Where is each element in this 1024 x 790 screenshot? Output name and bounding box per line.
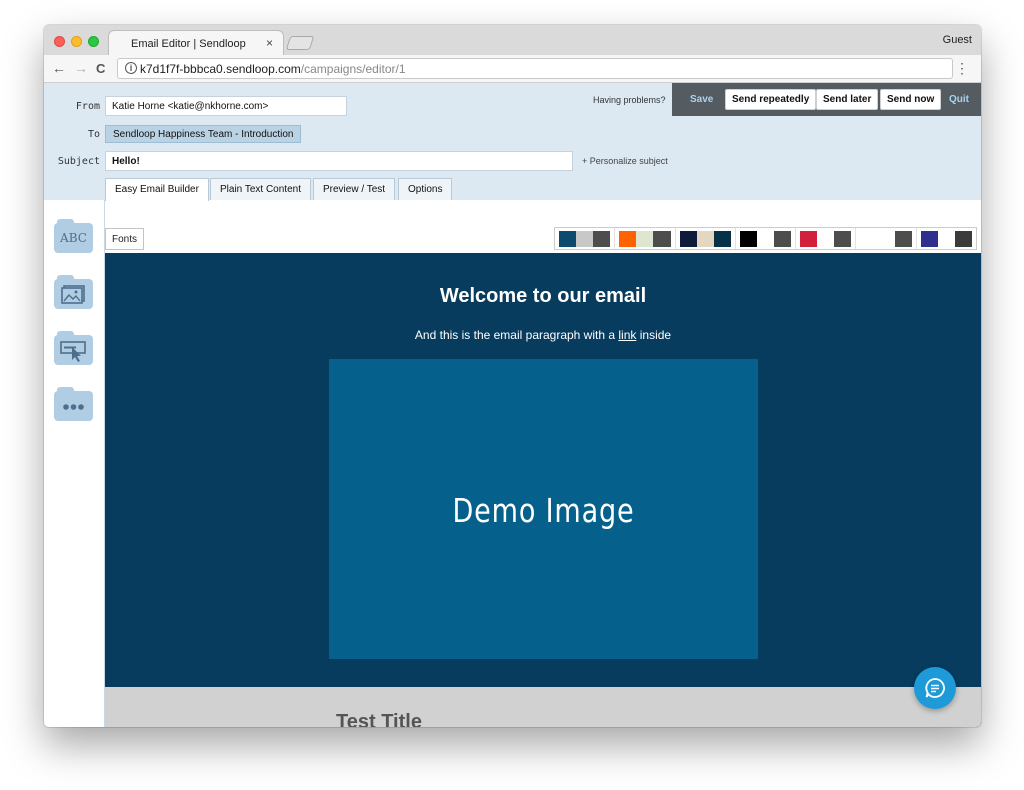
color-swatch: [860, 231, 878, 247]
color-swatch: [817, 231, 835, 247]
tab-preview-test[interactable]: Preview / Test: [313, 178, 396, 200]
browser-menu-icon[interactable]: ⋮: [955, 61, 969, 75]
new-tab-button[interactable]: [285, 36, 315, 50]
image-block-icon: [61, 285, 85, 304]
color-theme-strip: [554, 227, 977, 250]
tab-plain-text-content[interactable]: Plain Text Content: [210, 178, 311, 200]
demo-image-block[interactable]: Demo Image: [329, 359, 758, 659]
color-theme-2[interactable]: [615, 228, 676, 249]
chat-bubble-icon: [925, 678, 945, 698]
editor-page: From Katie Horne <katie@nkhorne.com> To …: [44, 83, 981, 727]
reload-icon[interactable]: C: [96, 61, 105, 76]
paragraph-text-after: inside: [636, 328, 672, 342]
tab-strip: Email Editor | Sendloop × Guest: [44, 25, 981, 56]
campaign-header: From Katie Horne <katie@nkhorne.com> To …: [44, 83, 981, 201]
paragraph-text-before: And this is the email paragraph with a: [414, 328, 619, 342]
back-arrow-icon[interactable]: ←: [52, 60, 66, 76]
block-palette: ABC: [44, 200, 105, 727]
color-swatch: [877, 231, 895, 247]
url-path: /campaigns/editor/1: [300, 62, 406, 76]
color-swatch: [756, 231, 775, 247]
color-swatch: [559, 231, 577, 247]
tab-easy-email-builder[interactable]: Easy Email Builder: [105, 178, 209, 201]
color-swatch: [653, 231, 671, 247]
url-host: k7d1f7f-bbbca0.sendloop.com: [140, 62, 301, 76]
send-now-button[interactable]: Send now: [880, 89, 942, 110]
browser-window: Email Editor | Sendloop × Guest ← → C i …: [44, 25, 981, 727]
forward-arrow-icon[interactable]: →: [74, 60, 88, 76]
color-swatch: [774, 231, 792, 247]
color-theme-5[interactable]: [796, 228, 857, 249]
info-icon[interactable]: i: [125, 62, 137, 74]
test-title[interactable]: Test Title: [336, 711, 422, 727]
send-later-button[interactable]: Send later: [816, 89, 879, 110]
personalize-subject-link[interactable]: + Personalize subject: [582, 156, 668, 166]
send-repeatedly-button[interactable]: Send repeatedly: [725, 89, 817, 110]
button-block-tool[interactable]: [54, 331, 93, 365]
button-block-icon: [60, 341, 86, 362]
color-swatch: [593, 231, 611, 247]
more-dots-icon: [63, 404, 84, 410]
text-block-icon: ABC: [60, 231, 87, 245]
color-swatch: [954, 231, 972, 247]
close-window-button[interactable]: [54, 36, 65, 47]
color-swatch: [576, 231, 594, 247]
tab-options[interactable]: Options: [398, 178, 453, 200]
color-swatch: [834, 231, 852, 247]
action-bar: Save Send repeatedly Send later Send now…: [672, 83, 981, 116]
paragraph-link[interactable]: link: [618, 328, 636, 342]
more-blocks-tool[interactable]: [54, 387, 93, 421]
color-swatch: [679, 231, 697, 247]
profile-guest-button[interactable]: Guest: [943, 34, 972, 46]
from-field[interactable]: Katie Horne <katie@nkhorne.com>: [105, 96, 347, 116]
color-swatch: [920, 231, 938, 247]
color-swatch: [696, 231, 714, 247]
subject-label: Subject: [57, 156, 100, 167]
color-swatch: [713, 231, 731, 247]
email-paragraph[interactable]: And this is the email paragraph with a l…: [105, 328, 981, 342]
address-bar[interactable]: i k7d1f7f-bbbca0.sendloop.com/campaigns/…: [117, 58, 953, 79]
color-swatch: [894, 231, 912, 247]
color-theme-7[interactable]: [917, 228, 976, 249]
color-swatch: [800, 231, 818, 247]
save-button[interactable]: Save: [690, 94, 713, 105]
window-controls: [54, 36, 99, 47]
color-swatch: [739, 231, 757, 247]
subject-field[interactable]: Hello!: [105, 151, 573, 171]
title-block[interactable]: Test Title: [105, 687, 981, 727]
tab-title: Email Editor | Sendloop: [131, 38, 246, 50]
text-block-tool[interactable]: ABC: [54, 219, 93, 253]
zoom-window-button[interactable]: [88, 36, 99, 47]
color-theme-6[interactable]: [856, 228, 917, 249]
tab-close-icon[interactable]: ×: [266, 36, 273, 50]
from-label: From: [75, 101, 100, 112]
url-text: k7d1f7f-bbbca0.sendloop.com/campaigns/ed…: [140, 62, 406, 76]
minimize-window-button[interactable]: [71, 36, 82, 47]
browser-toolbar: ← → C i k7d1f7f-bbbca0.sendloop.com/camp…: [44, 55, 981, 83]
to-label: To: [87, 129, 100, 140]
chat-button[interactable]: [914, 667, 956, 709]
browser-tab[interactable]: Email Editor | Sendloop ×: [108, 30, 284, 56]
color-theme-4[interactable]: [736, 228, 797, 249]
color-theme-3[interactable]: [676, 228, 736, 249]
email-heading[interactable]: Welcome to our email: [105, 285, 981, 308]
email-canvas[interactable]: Welcome to our email And this is the ema…: [105, 253, 981, 727]
demo-image-label: Demo Image: [452, 491, 635, 530]
having-problems-link[interactable]: Having problems?: [593, 95, 666, 105]
color-swatch: [619, 231, 637, 247]
image-block-tool[interactable]: [54, 275, 93, 309]
color-swatch: [636, 231, 654, 247]
fonts-button[interactable]: Fonts: [105, 228, 145, 250]
color-theme-1[interactable]: [555, 228, 616, 249]
to-list-chip[interactable]: Sendloop Happiness Team - Introduction: [105, 125, 302, 143]
quit-button[interactable]: Quit: [949, 94, 969, 105]
color-swatch: [937, 231, 955, 247]
